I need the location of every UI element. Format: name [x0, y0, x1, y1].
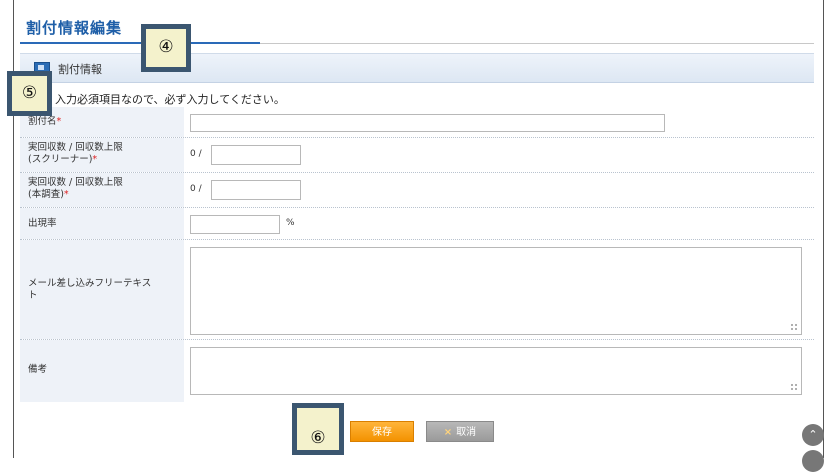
allocation-name-label: 割付名*: [28, 116, 62, 127]
close-icon: ×: [443, 427, 453, 438]
row-allocation-name: 割付名*: [20, 107, 814, 138]
row-screener-quota: 実回収数 / 回収数上限 (スクリーナー)* 0 /: [20, 138, 814, 173]
row-main-quota: 実回収数 / 回収数上限 (本調査)* 0 /: [20, 173, 814, 208]
page-title: 割付情報編集: [26, 19, 123, 37]
incidence-rate-input[interactable]: [190, 215, 280, 234]
remarks-label: 備考: [28, 364, 48, 375]
main-collected-count: 0 /: [190, 184, 202, 194]
section-header: 割付情報: [20, 53, 814, 83]
screener-quota-label: 実回収数 / 回収数上限 (スクリーナー)*: [28, 142, 123, 165]
scroll-down-icon[interactable]: [802, 450, 824, 472]
resize-grip-icon[interactable]: [790, 383, 798, 391]
mail-free-text-textarea[interactable]: [190, 247, 802, 335]
main-quota-input[interactable]: [211, 180, 301, 200]
row-incidence-rate: 出現率 %: [20, 208, 814, 240]
row-remarks: 備考: [20, 340, 814, 402]
callout-6: ⑥: [292, 403, 344, 455]
row-mail-free-text: メール差し込みフリーテキス ト: [20, 240, 814, 340]
title-underline: [20, 42, 260, 44]
required-note: 入力必須項目なので、必ず入力してください。: [55, 93, 285, 106]
required-mark: *: [56, 116, 62, 127]
remarks-textarea[interactable]: [190, 347, 802, 395]
save-button[interactable]: 保存: [350, 421, 414, 442]
callout-5: ⑤: [7, 71, 52, 116]
callout-4: ④: [141, 24, 191, 72]
allocation-form: 割付名* 実回収数 / 回収数上限 (スクリーナー)* 0 / 実回収数 / 回…: [20, 107, 814, 402]
screener-quota-input[interactable]: [211, 145, 301, 165]
mail-free-text-label: メール差し込みフリーテキス ト: [28, 278, 152, 301]
incidence-rate-label: 出現率: [28, 218, 57, 229]
section-title: 割付情報: [58, 63, 102, 76]
percent-unit: %: [286, 218, 295, 228]
scroll-up-icon[interactable]: ⌃: [802, 424, 824, 446]
cancel-button[interactable]: × 取消: [426, 421, 494, 442]
screener-collected-count: 0 /: [190, 149, 202, 159]
main-quota-label: 実回収数 / 回収数上限 (本調査)*: [28, 177, 123, 200]
title-divider: [260, 43, 814, 44]
resize-grip-icon[interactable]: [790, 323, 798, 331]
allocation-name-input[interactable]: [190, 114, 665, 132]
